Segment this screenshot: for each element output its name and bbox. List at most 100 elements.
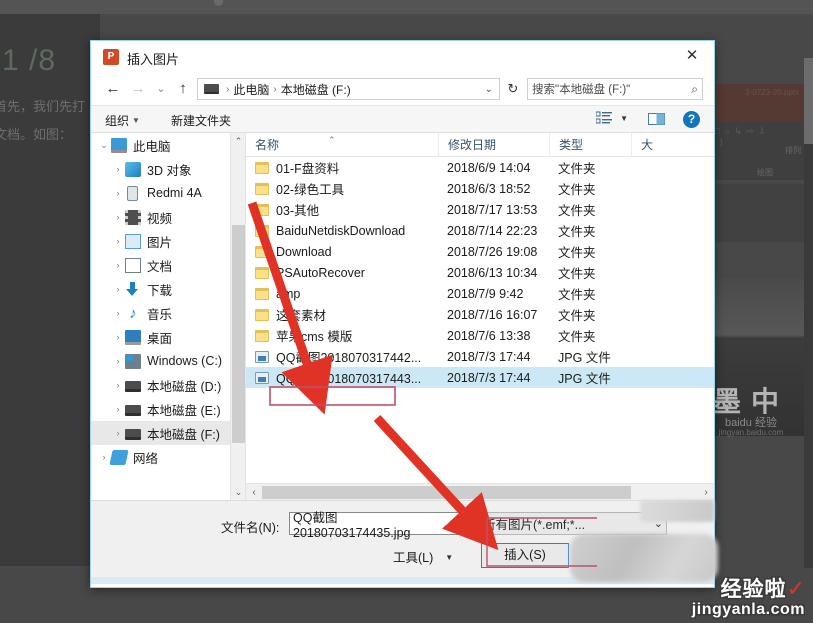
- drive-icon: [125, 404, 141, 416]
- tree-item-10[interactable]: › 本地磁盘 (D:): [91, 373, 245, 397]
- scroll-right-icon[interactable]: ›: [698, 487, 714, 498]
- table-row[interactable]: BaiduNetdiskDownload 2018/7/14 22:23 文件夹: [246, 220, 714, 241]
- tools-button[interactable]: 工具(L) ▼: [393, 547, 453, 566]
- chevron-right-icon[interactable]: ›: [111, 260, 125, 270]
- filename-input[interactable]: QQ截图20180703174435.jpg ⌄: [289, 511, 465, 540]
- column-header-type[interactable]: 类型: [549, 133, 631, 157]
- table-row[interactable]: QQ截图2018070317442... 2018/7/3 17:44 JPG 文件: [246, 346, 714, 367]
- address-bar[interactable]: › 此电脑 › 本地磁盘 (F:) ⌄: [197, 78, 500, 100]
- chevron-right-icon[interactable]: ›: [111, 164, 125, 174]
- file-type-cell: 文件夹: [558, 309, 596, 323]
- table-row[interactable]: 02-绿色工具 2018/6/3 18:52 文件夹: [246, 178, 714, 199]
- 3d-icon: [125, 161, 141, 177]
- breadcrumb-item-drive-f[interactable]: 本地磁盘 (F:): [281, 81, 351, 98]
- table-row[interactable]: 01-F盘资料 2018/6/9 14:04 文件夹: [246, 157, 714, 178]
- navigation-scrollbar[interactable]: ⌃ ⌄: [230, 133, 245, 500]
- watermark: 经验啦✓ jingyanla.com: [692, 573, 805, 619]
- chevron-down-icon[interactable]: ⌄: [97, 140, 111, 151]
- file-date-cell: 2018/7/3 17:44: [447, 370, 531, 385]
- chevron-right-icon[interactable]: ›: [97, 452, 111, 462]
- tree-item-5[interactable]: › 文档: [91, 253, 245, 277]
- scroll-down-icon[interactable]: ⌄: [231, 484, 245, 500]
- tree-item-1[interactable]: › 3D 对象: [91, 157, 245, 181]
- chevron-right-icon[interactable]: ›: [111, 332, 125, 342]
- chevron-down-icon[interactable]: ⌄: [151, 79, 171, 99]
- table-row[interactable]: PSAutoRecover 2018/6/13 10:34 文件夹: [246, 262, 714, 283]
- file-list-horizontal-scrollbar[interactable]: ‹ ›: [246, 483, 714, 500]
- background-ribbon-draw-label: 绘图: [757, 168, 773, 177]
- tree-item-0[interactable]: ⌄ 此电脑: [91, 133, 245, 157]
- tree-item-12[interactable]: › 本地磁盘 (F:): [91, 421, 245, 445]
- table-row[interactable]: amp 2018/7/9 9:42 文件夹: [246, 283, 714, 304]
- navigation-scrollbar-thumb[interactable]: [232, 225, 245, 443]
- file-name-cell: QQ截图2018070317442...: [246, 347, 438, 366]
- drive-icon: [125, 428, 141, 440]
- tree-item-6[interactable]: › 下载: [91, 277, 245, 301]
- chevron-right-icon[interactable]: ›: [111, 284, 125, 294]
- dialog-title: 插入图片: [127, 52, 180, 67]
- table-row[interactable]: 苹果cms 模版 2018/7/6 13:38 文件夹: [246, 325, 714, 346]
- table-row[interactable]: 03-其他 2018/7/17 13:53 文件夹: [246, 199, 714, 220]
- music-icon: ♪: [129, 304, 137, 322]
- column-header-name[interactable]: 名称 ⌃: [246, 133, 438, 157]
- help-icon[interactable]: ?: [683, 111, 700, 128]
- chevron-down-icon: ▼: [445, 553, 454, 562]
- organize-button[interactable]: 组织 ▼: [105, 112, 140, 129]
- tree-item-2[interactable]: › Redmi 4A: [91, 181, 245, 205]
- back-icon[interactable]: ←: [103, 79, 123, 99]
- tree-item-11[interactable]: › 本地磁盘 (E:): [91, 397, 245, 421]
- chevron-right-icon[interactable]: ›: [111, 212, 125, 222]
- forward-icon[interactable]: →: [128, 79, 148, 99]
- refresh-icon[interactable]: ↻: [503, 79, 523, 99]
- chevron-right-icon[interactable]: ›: [111, 308, 125, 318]
- tree-item-3[interactable]: › 视频: [91, 205, 245, 229]
- table-row[interactable]: QQ截图2018070317443... 2018/7/3 17:44 JPG 文件: [246, 367, 714, 388]
- chevron-right-icon[interactable]: ›: [111, 428, 125, 438]
- tools-label: 工具(L): [393, 551, 434, 565]
- scroll-left-icon[interactable]: ‹: [246, 487, 262, 498]
- file-date-cell: 2018/7/9 9:42: [447, 286, 524, 301]
- chevron-right-icon[interactable]: ›: [111, 236, 125, 246]
- background-scrollbar-thumb[interactable]: [804, 58, 813, 144]
- file-name-cell: Download: [246, 245, 438, 259]
- chevron-right-icon[interactable]: ›: [111, 404, 125, 414]
- insert-button[interactable]: 插入(S): [481, 543, 569, 568]
- column-header-size[interactable]: 大: [631, 133, 671, 157]
- tree-item-label: 本地磁盘 (F:): [147, 427, 220, 442]
- chevron-down-icon[interactable]: ⌄: [452, 517, 461, 530]
- file-name-label: 01-F盘资料: [276, 162, 340, 176]
- tree-item-8[interactable]: › 桌面: [91, 325, 245, 349]
- tree-item-4[interactable]: › 图片: [91, 229, 245, 253]
- tree-item-9[interactable]: › Windows (C:): [91, 349, 245, 373]
- view-options-button[interactable]: ▼: [596, 111, 628, 126]
- horizontal-scroll-track[interactable]: [262, 485, 698, 499]
- file-name-label: 03-其他: [276, 204, 320, 218]
- picture-icon: [125, 233, 141, 249]
- column-header-date[interactable]: 修改日期: [438, 133, 549, 157]
- scroll-up-icon[interactable]: ⌃: [231, 133, 245, 149]
- table-row[interactable]: Download 2018/7/26 19:08 文件夹: [246, 241, 714, 262]
- filetype-value: 所有图片(*.emf;*...: [483, 518, 586, 532]
- search-input[interactable]: 搜索"本地磁盘 (F:)" ⌕: [527, 78, 703, 100]
- file-name-label: amp: [276, 286, 301, 301]
- breadcrumb-item-this-pc[interactable]: 此电脑: [233, 81, 269, 98]
- filetype-dropdown[interactable]: 所有图片(*.emf;*... ⌄: [479, 512, 667, 535]
- breadcrumb-separator: ›: [273, 83, 277, 95]
- table-row[interactable]: 这套素材 2018/7/16 16:07 文件夹: [246, 304, 714, 325]
- close-icon[interactable]: ✕: [670, 41, 714, 71]
- horizontal-scroll-thumb[interactable]: [262, 485, 631, 499]
- preview-pane-button[interactable]: [648, 112, 666, 132]
- navigation-pane: ⌄ 此电脑 › 3D 对象 › Redmi 4A › 视频 › 图片 › 文档 › 下载 › ♪ 音乐 › 桌面 › W…: [91, 133, 246, 500]
- chevron-down-icon[interactable]: ⌄: [485, 84, 495, 95]
- search-icon[interactable]: ⌕: [691, 82, 698, 97]
- chevron-right-icon[interactable]: ›: [111, 356, 125, 366]
- chevron-right-icon[interactable]: ›: [111, 380, 125, 390]
- chevron-down-icon: ▼: [620, 114, 628, 123]
- file-name-label: 这套素材: [276, 309, 327, 323]
- background-topbar: [0, 0, 813, 14]
- up-icon[interactable]: ↑: [173, 79, 193, 99]
- new-folder-button[interactable]: 新建文件夹: [171, 112, 231, 129]
- tree-item-13[interactable]: › 网络: [91, 445, 245, 469]
- chevron-right-icon[interactable]: ›: [111, 188, 125, 198]
- tree-item-7[interactable]: › ♪ 音乐: [91, 301, 245, 325]
